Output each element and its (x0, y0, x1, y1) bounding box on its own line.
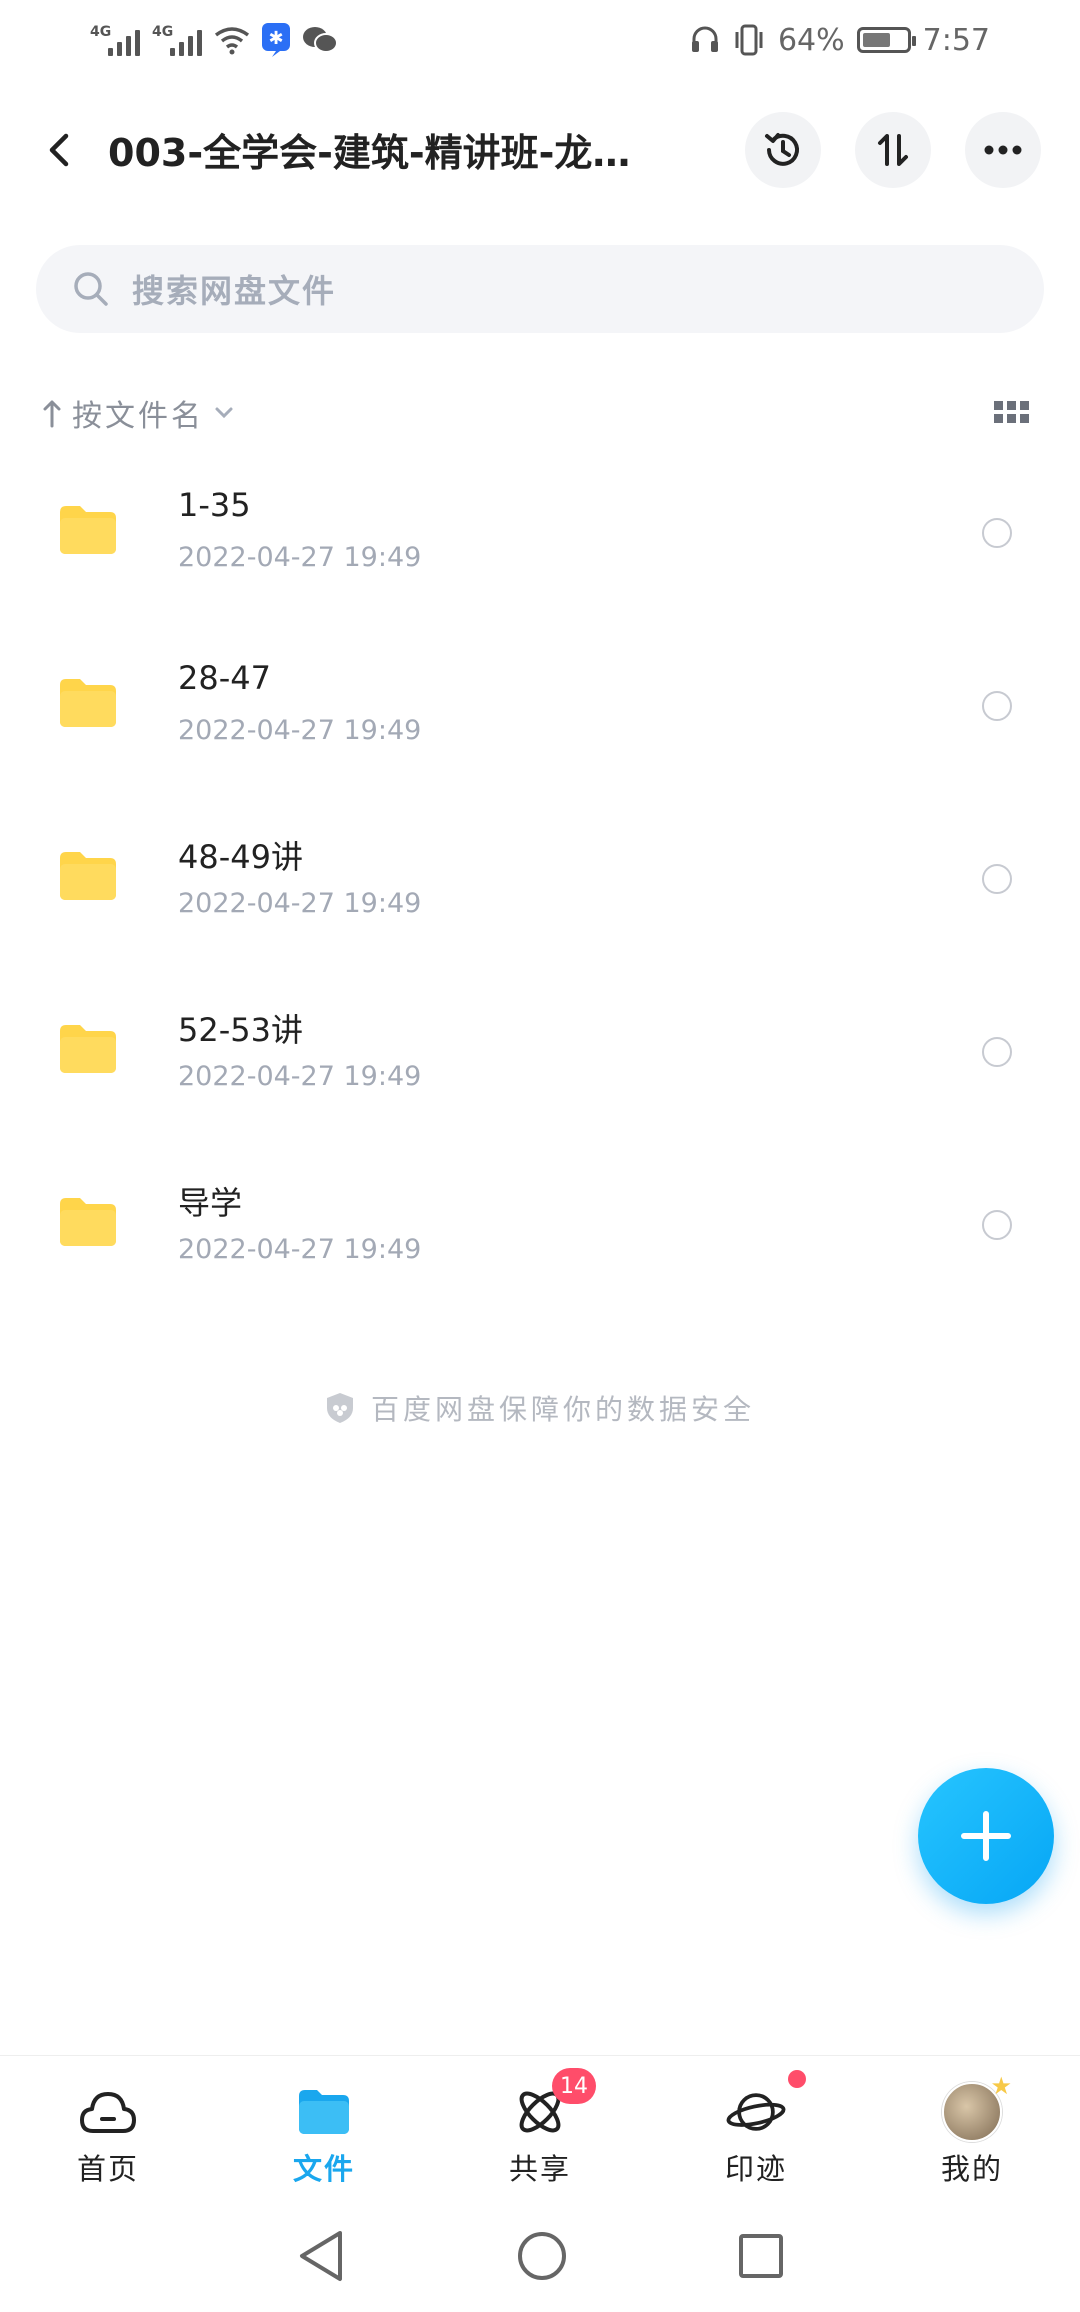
file-name: 52-53讲 (178, 1011, 303, 1049)
list-item[interactable]: 48-49讲 2022-04-27 19:49 (0, 816, 1080, 989)
tab-share[interactable]: 14 共享 (432, 2056, 648, 2196)
select-checkbox[interactable] (982, 1210, 1012, 1240)
tab-profile[interactable]: ★ 我的 (864, 2056, 1080, 2196)
tab-label: 印迹 (724, 2152, 787, 2186)
safety-note: 百度网盘保障你的数据安全 (0, 1388, 1080, 1428)
battery-percent: 64% (777, 22, 845, 58)
folder-icon (60, 506, 116, 554)
transfer-button[interactable] (855, 112, 931, 188)
sort-button[interactable]: 按文件名 (42, 391, 234, 435)
file-list: 1-35 2022-04-27 19:49 28-47 2022-04-27 1… (0, 470, 1080, 1335)
wechat-icon (302, 25, 338, 55)
star-icon: ★ (990, 2072, 1012, 2100)
planet-icon (726, 2082, 786, 2142)
nav-back-icon[interactable] (296, 2229, 346, 2283)
file-date: 2022-04-27 19:49 (178, 715, 422, 746)
back-icon (49, 133, 69, 167)
tab-moments[interactable]: 印迹 (648, 2056, 864, 2196)
file-date: 2022-04-27 19:49 (178, 888, 422, 919)
list-item[interactable]: 52-53讲 2022-04-27 19:49 (0, 989, 1080, 1162)
headphones-icon (690, 25, 720, 55)
notification-dot (788, 2070, 806, 2088)
file-name: 28-47 (178, 659, 271, 697)
battery-icon (856, 27, 916, 53)
file-name: 导学 (178, 1184, 243, 1222)
signal-icon-1: 4G (90, 24, 140, 56)
tab-label: 共享 (508, 2152, 571, 2186)
tab-home[interactable]: 首页 (0, 2056, 216, 2196)
notification-badge: 14 (552, 2068, 596, 2104)
tab-label: 文件 (292, 2152, 355, 2186)
grid-icon (994, 401, 1029, 423)
folder-icon (294, 2082, 354, 2142)
list-item[interactable]: 1-35 2022-04-27 19:49 (0, 470, 1080, 643)
add-button[interactable] (918, 1768, 1054, 1904)
file-name: 48-49讲 (178, 838, 303, 876)
file-date: 2022-04-27 19:49 (178, 542, 422, 573)
tab-label: 首页 (76, 2152, 139, 2186)
transfer-icon (878, 134, 908, 166)
grid-view-button[interactable] (994, 399, 1030, 429)
bottom-tab-bar: 首页 文件 14 共享 印迹 ★ 我的 (0, 2055, 1080, 2195)
clock: 7:57 (922, 22, 990, 58)
file-date: 2022-04-27 19:49 (178, 1234, 422, 1265)
tab-label: 我的 (940, 2152, 1003, 2186)
folder-icon (60, 679, 116, 727)
nav-recents-icon[interactable] (738, 2233, 784, 2279)
list-item[interactable]: 28-47 2022-04-27 19:49 (0, 643, 1080, 816)
nav-home-icon[interactable] (516, 2230, 568, 2282)
folder-icon (60, 1198, 116, 1246)
history-button[interactable] (745, 112, 821, 188)
select-checkbox[interactable] (982, 691, 1012, 721)
sort-arrow-icon (43, 400, 61, 428)
select-checkbox[interactable] (982, 864, 1012, 894)
system-nav-bar (0, 2200, 1080, 2312)
avatar-wrapper: ★ (942, 2072, 1012, 2142)
plus-icon (961, 1811, 1011, 1861)
tab-files[interactable]: 文件 (216, 2056, 432, 2196)
safety-text: 百度网盘保障你的数据安全 (370, 1393, 755, 1426)
search-input[interactable]: 搜索网盘文件 (36, 245, 1044, 333)
sort-row: 按文件名 (0, 385, 1080, 445)
chevron-down-icon (215, 407, 233, 419)
page-title: 003-全学会-建筑-精讲班-龙… (108, 131, 631, 175)
more-button[interactable] (965, 112, 1041, 188)
wifi-icon (214, 25, 250, 55)
select-checkbox[interactable] (982, 1037, 1012, 1067)
signal-icon-2: 4G (152, 24, 202, 56)
more-icon (984, 145, 1022, 155)
status-left: 4G 4G ✱ (90, 23, 338, 57)
folder-icon (60, 852, 116, 900)
shield-icon (326, 1393, 353, 1423)
search-icon (74, 272, 108, 306)
header: 003-全学会-建筑-精讲班-龙… (0, 110, 1080, 190)
file-date: 2022-04-27 19:49 (178, 1061, 422, 1092)
back-button[interactable] (40, 130, 80, 170)
vibrate-icon (732, 24, 766, 56)
file-name: 1-35 (178, 486, 251, 524)
cloud-icon (78, 2082, 138, 2142)
network-type-1: 4G (90, 24, 112, 40)
status-right: 64% 7:57 (690, 23, 990, 58)
svg-text:✱: ✱ (268, 28, 283, 49)
history-icon (765, 133, 799, 166)
network-type-2: 4G (152, 24, 174, 40)
search-placeholder: 搜索网盘文件 (132, 272, 337, 310)
status-bar: 4G 4G ✱ 64% 7:57 (0, 0, 1080, 80)
folder-icon (60, 1025, 116, 1073)
sort-label: 按文件名 (72, 399, 204, 434)
app-notification-icon: ✱ (262, 23, 290, 57)
list-item[interactable]: 导学 2022-04-27 19:49 (0, 1162, 1080, 1335)
select-checkbox[interactable] (982, 518, 1012, 548)
